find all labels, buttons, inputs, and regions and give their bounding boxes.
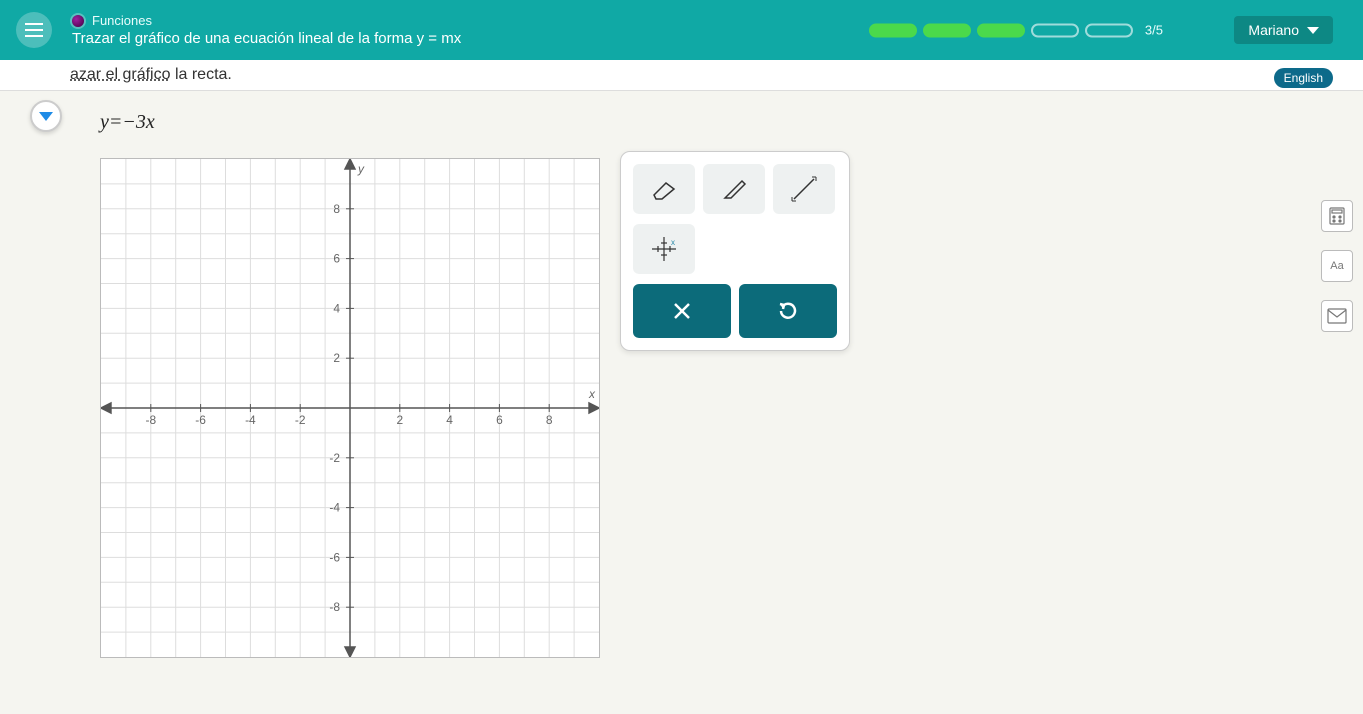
breadcrumb: Funciones <box>72 13 461 28</box>
tick-label: -8 <box>145 413 156 427</box>
line-icon <box>788 173 820 205</box>
font-size-button[interactable]: Aa <box>1321 250 1353 282</box>
progress-bar: 3/5 <box>869 23 1163 38</box>
progress-segment <box>923 23 971 37</box>
line-tool[interactable] <box>773 164 835 214</box>
chevron-down-icon <box>1307 27 1319 34</box>
tick-label: 2 <box>333 351 340 365</box>
question-bar: azar el gráfico la recta. English <box>0 60 1363 91</box>
equation-coef: 3 <box>136 111 146 133</box>
tick-label: -6 <box>329 550 340 564</box>
tick-label: 8 <box>546 413 553 427</box>
menu-button[interactable] <box>16 12 52 48</box>
equation-eq: = <box>109 111 123 133</box>
question-suffix: la recta. <box>171 66 232 83</box>
tick-label: 4 <box>333 301 340 315</box>
mail-icon <box>1327 308 1347 324</box>
pencil-icon <box>720 175 748 203</box>
tick-label: -2 <box>295 413 306 427</box>
tick-label: 6 <box>333 252 340 266</box>
svg-text:x: x <box>671 238 675 247</box>
tick-label: -4 <box>329 501 340 515</box>
grid-icon: x <box>649 234 679 264</box>
undo-button[interactable] <box>739 284 837 338</box>
progress-segment <box>1085 23 1133 37</box>
axis-label-y: y <box>357 162 365 176</box>
side-utility-bar: Aa <box>1321 200 1353 332</box>
tick-label: 4 <box>446 413 453 427</box>
equation-x: x <box>146 111 155 133</box>
equation-neg: − <box>122 111 136 133</box>
clear-button[interactable] <box>633 284 731 338</box>
coordinate-grid-icon: -8 -6 -4 -2 2 4 6 8 8 6 4 2 -2 -4 -6 -8 … <box>101 159 599 657</box>
tool-panel: x <box>620 151 850 351</box>
collapse-button[interactable] <box>30 100 62 132</box>
mail-button[interactable] <box>1321 300 1353 332</box>
tick-label: -6 <box>195 413 206 427</box>
breadcrumb-label: Funciones <box>92 13 152 28</box>
tick-label: 2 <box>396 413 403 427</box>
grid-tool[interactable]: x <box>633 224 695 274</box>
chevron-down-icon <box>39 112 53 121</box>
question-text: azar el gráfico la recta. <box>70 66 232 84</box>
progress-segment <box>1031 23 1079 37</box>
axis-label-x: x <box>588 387 596 401</box>
header-titles: Funciones Trazar el gráfico de una ecuac… <box>72 13 461 47</box>
tick-label: 6 <box>496 413 503 427</box>
tick-label: 8 <box>333 202 340 216</box>
language-toggle[interactable]: English <box>1274 68 1333 88</box>
equation-y: y <box>100 111 109 133</box>
tick-label: -2 <box>329 451 340 465</box>
user-name: Mariano <box>1248 22 1299 38</box>
tick-label: -8 <box>329 600 340 614</box>
equation: y=−3x <box>100 111 1363 134</box>
close-icon <box>671 300 693 322</box>
progress-segment <box>977 23 1025 37</box>
font-icon: Aa <box>1330 260 1343 272</box>
progress-segment <box>869 23 917 37</box>
eraser-tool[interactable] <box>633 164 695 214</box>
lesson-title: Trazar el gráfico de una ecuación lineal… <box>72 30 461 47</box>
progress-label: 3/5 <box>1145 23 1163 38</box>
graph-canvas[interactable]: -8 -6 -4 -2 2 4 6 8 8 6 4 2 -2 -4 -6 -8 … <box>100 158 600 658</box>
question-link-part: azar el gráfico <box>70 66 171 83</box>
undo-icon <box>776 299 800 323</box>
user-menu[interactable]: Mariano <box>1234 16 1333 44</box>
eraser-icon <box>648 177 680 201</box>
app-header: Funciones Trazar el gráfico de una ecuac… <box>0 0 1363 60</box>
calculator-icon <box>1327 206 1347 226</box>
tick-label: -4 <box>245 413 256 427</box>
calculator-button[interactable] <box>1321 200 1353 232</box>
topic-dot-icon <box>72 15 84 27</box>
pencil-tool[interactable] <box>703 164 765 214</box>
content-area: y=−3x <box>0 91 1363 658</box>
